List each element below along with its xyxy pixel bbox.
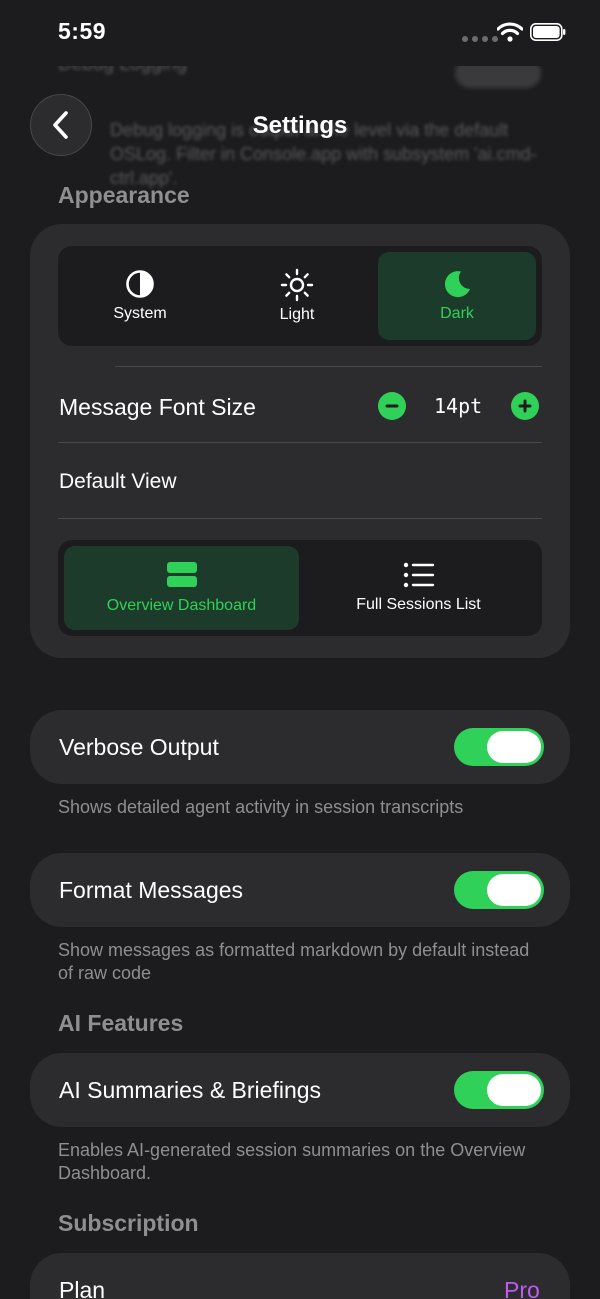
- theme-option-system[interactable]: System: [64, 252, 216, 340]
- increase-font-button[interactable]: [511, 392, 539, 420]
- font-size-value: 14pt: [434, 394, 483, 418]
- font-size-label: Message Font Size: [59, 394, 256, 420]
- sun-icon: [280, 268, 314, 302]
- plus-icon: [518, 399, 532, 413]
- format-messages-toggle[interactable]: [454, 871, 544, 909]
- ai-summaries-label: AI Summaries & Briefings: [59, 1077, 322, 1103]
- status-time: 5:59: [58, 18, 107, 44]
- battery-icon: [530, 23, 566, 41]
- format-messages-footnote: Show messages as formatted markdown by d…: [58, 940, 530, 983]
- plan-label: Plan: [59, 1277, 106, 1299]
- moon-icon: [444, 271, 470, 298]
- toggle-knob: [487, 1074, 541, 1106]
- dashboard-icon: [166, 562, 197, 587]
- default-view-segmented-control: Overview Dashboard Full Sessions List: [58, 540, 542, 636]
- status-bar: 5:59: [0, 0, 600, 66]
- theme-option-dark[interactable]: Dark: [378, 252, 536, 340]
- appearance-card: System Light Dark Message Font Size 14pt…: [30, 224, 570, 658]
- decrease-font-button[interactable]: [378, 392, 406, 420]
- view-option-label: Full Sessions List: [356, 596, 481, 613]
- view-option-overview[interactable]: Overview Dashboard: [64, 546, 299, 630]
- plan-value: Pro: [504, 1277, 540, 1299]
- view-option-label: Overview Dashboard: [106, 597, 257, 614]
- theme-option-light[interactable]: Light: [221, 252, 373, 340]
- toggle-knob: [487, 731, 541, 763]
- minus-icon: [385, 404, 399, 408]
- wifi-icon: [497, 22, 523, 42]
- debug-logging-toggle: [455, 66, 541, 88]
- view-option-sessions[interactable]: Full Sessions List: [301, 546, 536, 630]
- ai-summaries-row: AI Summaries & Briefings: [30, 1053, 570, 1127]
- subscription-header: Subscription: [58, 1210, 199, 1236]
- theme-option-label: Dark: [440, 305, 474, 322]
- format-messages-row: Format Messages: [30, 853, 570, 927]
- toggle-knob: [487, 874, 541, 906]
- page-title: Settings: [252, 112, 348, 139]
- settings-screen: 5:59 Debug Logging Debug logging is outp…: [0, 0, 600, 1299]
- subscription-plan-row[interactable]: Plan Pro: [30, 1253, 570, 1299]
- verbose-output-row: Verbose Output: [30, 710, 570, 784]
- half-circle-icon: [126, 270, 154, 298]
- signal-icon: [462, 36, 498, 42]
- theme-option-label: System: [113, 305, 167, 322]
- format-messages-label: Format Messages: [59, 877, 244, 903]
- theme-option-label: Light: [279, 306, 315, 323]
- divider: [58, 442, 542, 443]
- divider: [115, 366, 542, 367]
- verbose-output-footnote: Shows detailed agent activity in session…: [58, 797, 464, 817]
- verbose-output-label: Verbose Output: [59, 734, 219, 760]
- list-icon: [403, 562, 434, 588]
- default-view-label: Default View: [59, 470, 177, 493]
- theme-segmented-control: System Light Dark: [58, 246, 542, 346]
- ai-summaries-toggle[interactable]: [454, 1071, 544, 1109]
- ai-summaries-footnote: Enables AI-generated session summaries o…: [58, 1140, 526, 1183]
- settings-sheet: Debug Logging Debug logging is output at…: [0, 66, 600, 1299]
- ai-features-header: AI Features: [58, 1010, 184, 1036]
- divider: [58, 518, 542, 519]
- debug-logging-label: Debug Logging: [58, 66, 187, 76]
- appearance-header: Appearance: [58, 182, 190, 208]
- verbose-output-toggle[interactable]: [454, 728, 544, 766]
